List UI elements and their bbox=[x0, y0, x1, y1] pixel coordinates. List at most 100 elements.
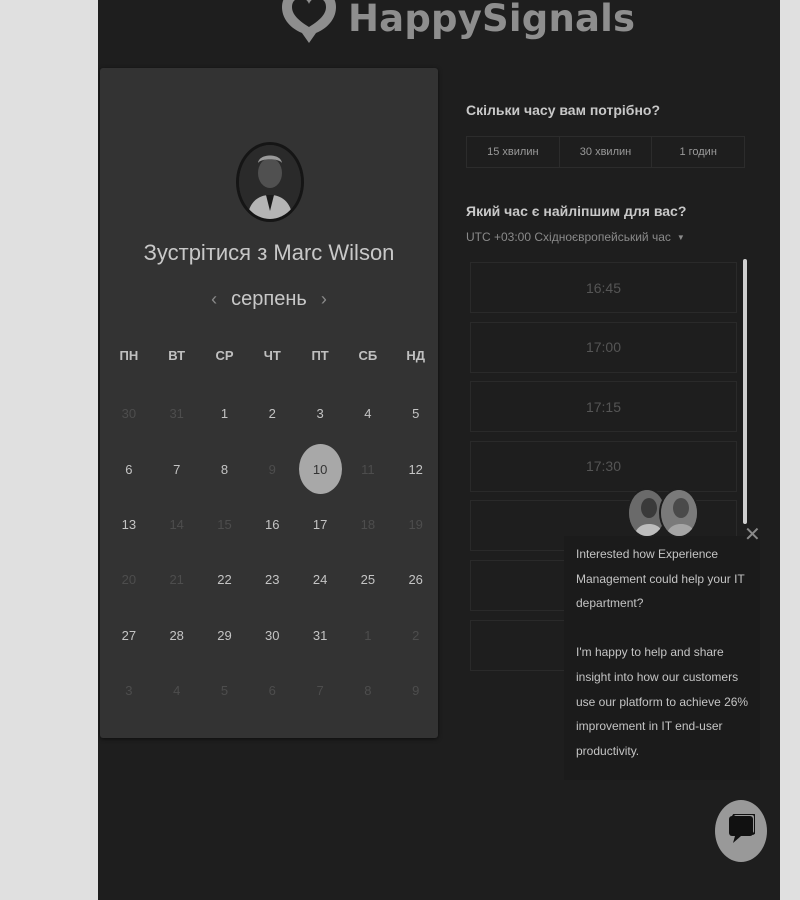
weekday-label: ЧТ bbox=[263, 348, 281, 363]
time-slot[interactable]: 17:30 bbox=[470, 440, 737, 492]
timezone-selector[interactable]: UTC +03:00 Східноєвропейський час ▼ bbox=[466, 230, 685, 244]
agent-avatar bbox=[659, 488, 699, 538]
calendar-day[interactable]: 25 bbox=[344, 552, 392, 607]
weekday-label: ВТ bbox=[168, 348, 186, 363]
calendar-day: 3 bbox=[105, 663, 153, 718]
calendar-day-number: 26 bbox=[408, 572, 423, 588]
calendar-day-number: 21 bbox=[169, 572, 184, 588]
weekday-label: СР bbox=[215, 348, 234, 363]
calendar-day-number: 6 bbox=[268, 683, 276, 699]
duration-selector: 15 хвилин 30 хвилин 1 годин bbox=[466, 136, 745, 168]
chat-avatars bbox=[627, 488, 701, 538]
calendar-day[interactable]: 1 bbox=[201, 386, 249, 441]
calendar-day-number: 4 bbox=[173, 683, 181, 699]
calendar-day[interactable]: 13 bbox=[105, 497, 153, 552]
calendar-day[interactable]: 8 bbox=[201, 441, 249, 496]
calendar-day-number: 9 bbox=[268, 461, 276, 477]
chat-message-paragraph: I'm happy to help and share insight into… bbox=[576, 645, 749, 758]
calendar-day-number: 27 bbox=[121, 627, 137, 643]
calendar-day[interactable]: 28 bbox=[153, 608, 201, 663]
calendar-day-number: 12 bbox=[408, 461, 423, 477]
weekday-label: СБ bbox=[358, 348, 378, 363]
calendar-day[interactable]: 30 bbox=[248, 608, 296, 663]
calendar-day[interactable]: 5 bbox=[392, 386, 440, 441]
brand-logo: HappySignals bbox=[278, 0, 635, 50]
logo-heart-bubble-icon bbox=[278, 0, 340, 49]
calendar-panel: Зустрітися з Marc Wilson ‹ серпень › ПН В… bbox=[100, 68, 438, 738]
calendar-day[interactable]: 22 bbox=[201, 552, 249, 607]
calendar-day-number: 7 bbox=[316, 683, 324, 699]
calendar-day-number: 17 bbox=[312, 516, 328, 532]
calendar-day-number: 31 bbox=[169, 406, 184, 422]
calendar-day: 11 bbox=[344, 441, 392, 496]
calendar-day: 31 bbox=[153, 386, 201, 441]
calendar-day[interactable]: 23 bbox=[248, 552, 296, 607]
calendar-day: 4 bbox=[153, 663, 201, 718]
calendar-day: 8 bbox=[344, 663, 392, 718]
calendar-day: 18 bbox=[344, 497, 392, 552]
calendar-day[interactable]: 24 bbox=[296, 552, 344, 607]
time-slot[interactable]: 16:45 bbox=[470, 262, 737, 313]
weekday-label: НД bbox=[406, 348, 425, 363]
calendar-day[interactable]: 7 bbox=[153, 441, 201, 496]
time-slot[interactable]: 17:00 bbox=[470, 321, 737, 373]
calendar-day-number: 4 bbox=[364, 406, 372, 422]
chat-bubble-icon bbox=[727, 812, 756, 849]
calendar-day: 30 bbox=[105, 386, 153, 441]
calendar-day-number: 16 bbox=[265, 516, 280, 532]
calendar-day[interactable]: 4 bbox=[344, 386, 392, 441]
calendar-day: 5 bbox=[201, 663, 249, 718]
meeting-title: Зустрітися з Marc Wilson bbox=[143, 240, 395, 265]
calendar-day-number: 10 bbox=[298, 444, 342, 495]
calendar-day[interactable]: 12 bbox=[392, 441, 440, 496]
calendar-day-number: 2 bbox=[412, 627, 420, 643]
calendar-day-number: 14 bbox=[169, 516, 184, 532]
calendar-day-number: 8 bbox=[220, 461, 229, 477]
chevron-right-icon[interactable]: › bbox=[321, 289, 327, 310]
duration-option[interactable]: 30 хвилин bbox=[560, 137, 653, 167]
calendar-day-number: 7 bbox=[173, 461, 181, 477]
calendar-day-number: 18 bbox=[360, 516, 376, 532]
time-slot[interactable]: 17:15 bbox=[470, 381, 737, 433]
calendar-day: 19 bbox=[392, 497, 440, 552]
calendar-day[interactable]: 17 bbox=[296, 497, 344, 552]
calendar-day[interactable]: 16 bbox=[248, 497, 296, 552]
calendar-day-number: 23 bbox=[265, 572, 280, 588]
host-avatar bbox=[236, 142, 304, 222]
calendar-day-number: 1 bbox=[220, 406, 229, 422]
calendar-day-number: 5 bbox=[412, 406, 420, 422]
calendar-day-number: 11 bbox=[361, 461, 375, 477]
weekday-label: ПТ bbox=[311, 348, 329, 363]
calendar-day-selected[interactable]: 10 bbox=[296, 441, 344, 496]
calendar-day[interactable]: 31 bbox=[296, 608, 344, 663]
calendar-day-number: 6 bbox=[125, 461, 133, 477]
calendar-day-number: 15 bbox=[217, 516, 232, 532]
weekday-header: ПН ВТ СР ЧТ ПТ СБ НД bbox=[105, 348, 440, 363]
chat-launcher-button[interactable] bbox=[715, 800, 767, 862]
calendar-day[interactable]: 2 bbox=[248, 386, 296, 441]
calendar-day: 20 bbox=[105, 552, 153, 607]
calendar-day[interactable]: 29 bbox=[201, 608, 249, 663]
calendar-day[interactable]: 3 bbox=[296, 386, 344, 441]
calendar-day-number: 30 bbox=[121, 406, 137, 422]
time-slot-scrollbar[interactable] bbox=[743, 259, 747, 524]
calendar-day[interactable]: 26 bbox=[392, 552, 440, 607]
calendar-grid: 30 31 1 2 3 4 5 6 7 8 9 10 11 12 13 14 15 16 17 18 19 20 21 22 2… bbox=[105, 386, 440, 718]
time-title: Який час є найліпшим для вас? bbox=[466, 203, 687, 219]
calendar-day[interactable]: 27 bbox=[105, 608, 153, 663]
calendar-day-number: 5 bbox=[220, 683, 229, 699]
month-navigation: ‹ серпень › bbox=[100, 288, 438, 311]
chat-message-paragraph: Interested how Experience Management cou… bbox=[576, 547, 745, 611]
scheduler-app: HappySignals Зустрітися з Marc Wilson ‹ … bbox=[98, 0, 780, 900]
calendar-day-number: 3 bbox=[316, 406, 324, 422]
calendar-day-number: 25 bbox=[360, 572, 376, 588]
calendar-day: 21 bbox=[153, 552, 201, 607]
chevron-left-icon[interactable]: ‹ bbox=[211, 289, 217, 310]
calendar-day: 1 bbox=[344, 608, 392, 663]
duration-option[interactable]: 15 хвилин bbox=[467, 137, 560, 167]
chat-message: Interested how Experience Management cou… bbox=[576, 542, 756, 763]
calendar-day-number: 30 bbox=[265, 627, 280, 643]
duration-option[interactable]: 1 годин bbox=[652, 137, 744, 167]
calendar-day-number: 2 bbox=[268, 406, 276, 422]
calendar-day[interactable]: 6 bbox=[105, 441, 153, 496]
